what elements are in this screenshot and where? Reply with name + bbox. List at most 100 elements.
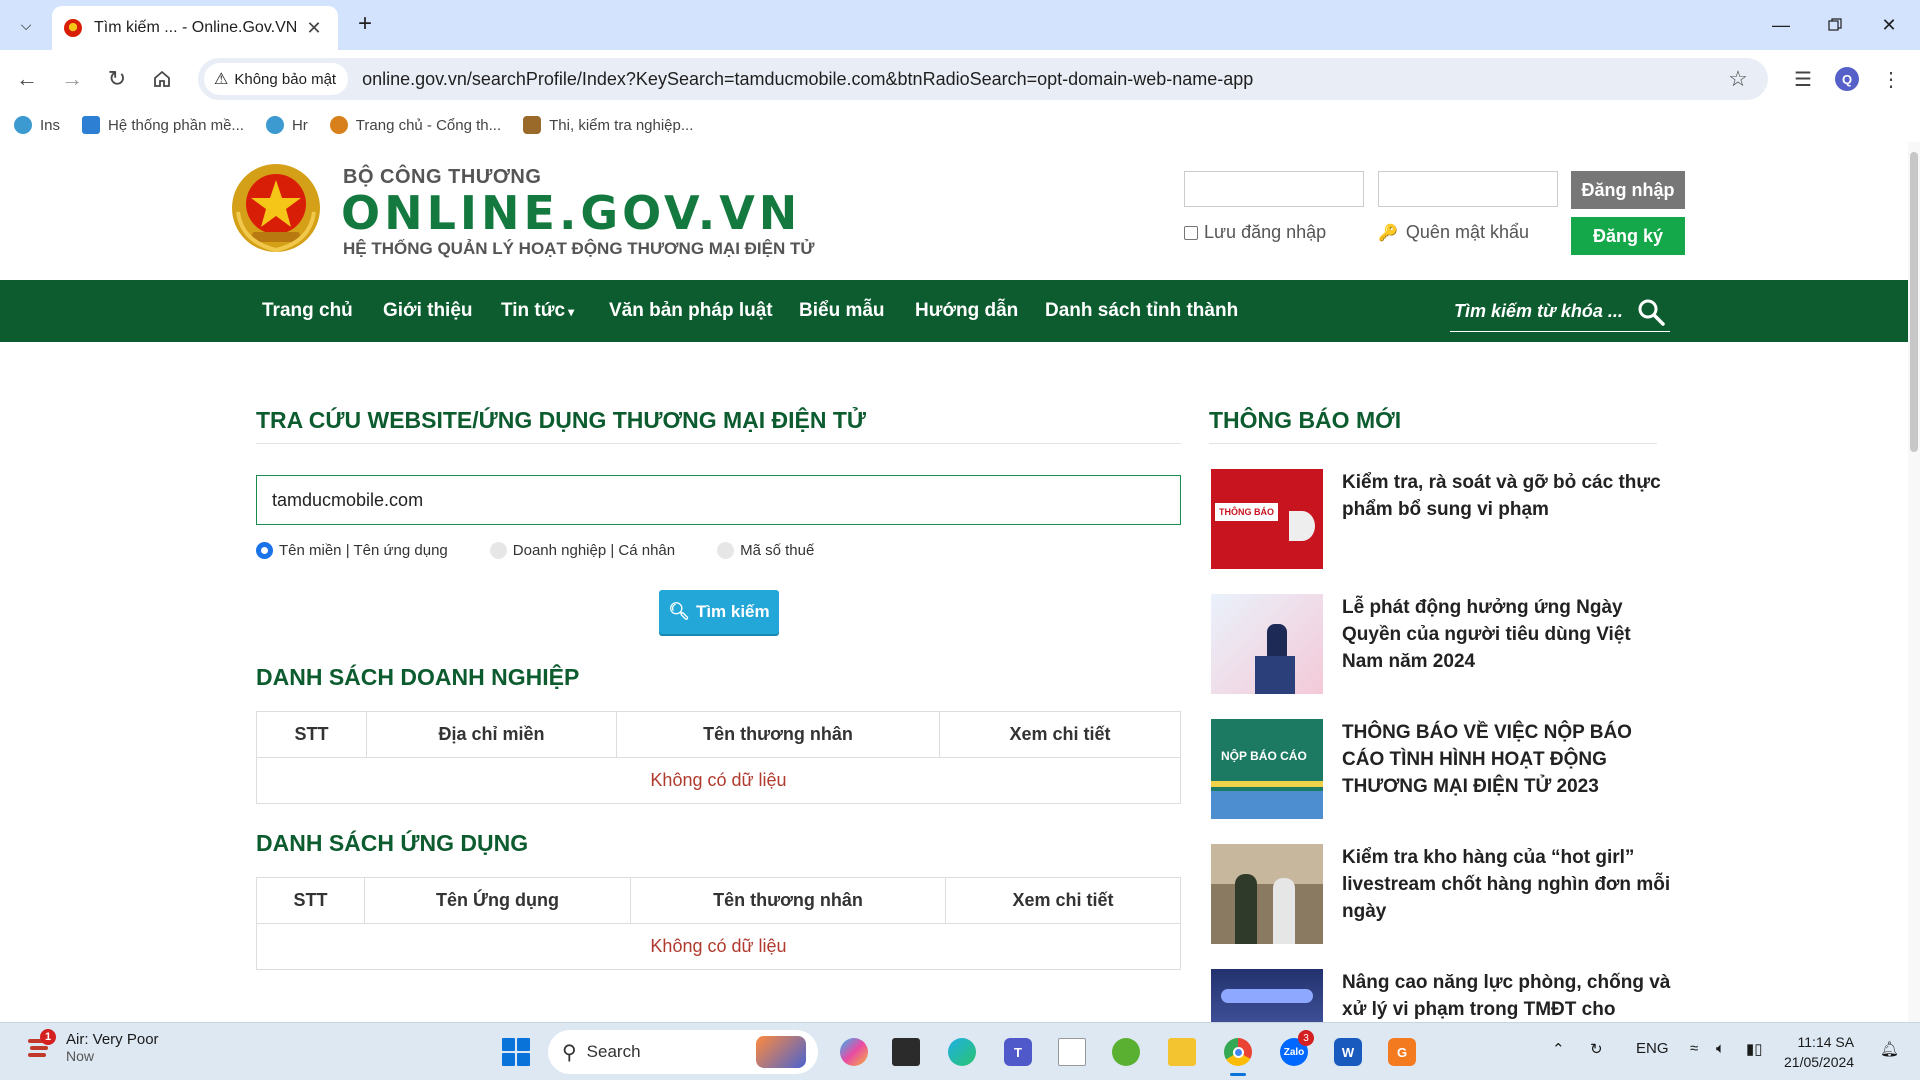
- news-thumbnail[interactable]: NỘP BÁO CÁO: [1211, 719, 1323, 819]
- language-indicator[interactable]: ENG: [1636, 1040, 1669, 1057]
- bookmark-item[interactable]: Ins: [14, 116, 60, 134]
- search-icon[interactable]: [1636, 297, 1666, 327]
- news-item[interactable]: Nâng cao năng lực phòng, chống và xử lý …: [1211, 969, 1671, 1022]
- bookmark-label: Ins: [40, 116, 61, 134]
- news-item[interactable]: THÔNG BÁO Kiểm tra, rà soát và gỡ bỏ các…: [1211, 469, 1671, 573]
- taskbar-app-chrome[interactable]: [1220, 1034, 1256, 1076]
- close-window-button[interactable]: ✕: [1866, 8, 1912, 42]
- remember-login[interactable]: Lưu đăng nhập: [1184, 222, 1326, 243]
- bookmark-item[interactable]: Hệ thống phần mề...: [82, 116, 244, 134]
- password-input[interactable]: [1378, 171, 1558, 207]
- profile-button[interactable]: Q: [1830, 62, 1864, 96]
- column-header: Tên thương nhân: [630, 877, 946, 924]
- news-thumbnail[interactable]: [1211, 969, 1323, 1022]
- news-item[interactable]: Lễ phát động hưởng ứng Ngày Quyền của ng…: [1211, 594, 1671, 698]
- page-viewport: BỘ CÔNG THƯƠNG ONLINE.GOV.VN HỆ THỐNG QU…: [0, 142, 1920, 1022]
- taskbar-app-file[interactable]: [1054, 1034, 1090, 1070]
- reload-button[interactable]: ↻: [100, 62, 134, 96]
- news-item-title[interactable]: Kiểm tra, rà soát và gỡ bỏ các thực phẩm…: [1342, 469, 1672, 523]
- browser-tab[interactable]: Tìm kiếm ... - Online.Gov.VN ✕: [52, 6, 338, 50]
- volume-icon[interactable]: 🔈︎: [1716, 1040, 1725, 1057]
- clock-date: 21/05/2024: [1784, 1054, 1855, 1070]
- radio-business[interactable]: [489, 542, 507, 559]
- news-item-title[interactable]: Nâng cao năng lực phòng, chống và xử lý …: [1342, 969, 1672, 1022]
- site-header: BỘ CÔNG THƯƠNG ONLINE.GOV.VN HỆ THỐNG QU…: [0, 142, 1908, 280]
- taskbar-app-teams[interactable]: T: [1000, 1034, 1036, 1070]
- wifi-icon[interactable]: ≈: [1690, 1040, 1698, 1057]
- register-button[interactable]: Đăng ký: [1571, 217, 1685, 255]
- playlist-icon: ☰: [1794, 68, 1812, 91]
- weather-subtitle: Now: [66, 1048, 95, 1064]
- nav-item-forms[interactable]: Biểu mẫu: [799, 280, 885, 342]
- nav-item-home[interactable]: Trang chủ: [262, 280, 353, 342]
- thumb-label: NỘP BÁO CÁO: [1221, 749, 1307, 763]
- system-clock[interactable]: 11:14 SA 21/05/2024: [1784, 1032, 1854, 1072]
- keyword-search-input[interactable]: tamducmobile.com: [256, 475, 1181, 525]
- taskbar-app-taskview[interactable]: [888, 1034, 924, 1070]
- remember-checkbox[interactable]: [1184, 225, 1198, 240]
- taskbar-app-explorer[interactable]: [1164, 1034, 1200, 1070]
- notification-bell-icon[interactable]: 🔔︎: [1880, 1040, 1899, 1058]
- news-item-title[interactable]: Kiểm tra kho hàng của “hot girl” livestr…: [1342, 844, 1672, 925]
- main-navigation: Trang chủ Giới thiệu Tin tức ▾ Văn bản ph…: [0, 280, 1908, 342]
- home-button[interactable]: [145, 62, 179, 96]
- search-button[interactable]: 🔍︎ Tìm kiếm: [659, 590, 779, 634]
- news-item[interactable]: NỘP BÁO CÁO THÔNG BÁO VỀ VIỆC NỘP BÁO CÁ…: [1211, 719, 1671, 823]
- nav-item-guides[interactable]: Hướng dẫn: [915, 280, 1018, 342]
- tab-search-button[interactable]: ⌵: [10, 9, 42, 41]
- login-button[interactable]: Đăng nhập: [1571, 171, 1685, 209]
- news-item-title[interactable]: THÔNG BÁO VỀ VIỆC NỘP BÁO CÁO TÌNH HÌNH …: [1342, 719, 1672, 800]
- bookmark-item[interactable]: Hr: [265, 116, 308, 134]
- nav-item-about[interactable]: Giới thiệu: [383, 280, 473, 342]
- forward-button[interactable]: →: [55, 62, 89, 96]
- word-icon: W: [1334, 1038, 1362, 1066]
- news-item[interactable]: Kiểm tra kho hàng của “hot girl” livestr…: [1211, 844, 1671, 948]
- new-tab-button[interactable]: +: [350, 10, 380, 40]
- news-thumbnail[interactable]: [1211, 594, 1323, 694]
- taskbar-app-edge[interactable]: [944, 1034, 980, 1070]
- nav-search-box[interactable]: Tìm kiếm từ khóa ...: [1450, 292, 1670, 332]
- nav-item-legal-docs[interactable]: Văn bản pháp luật: [609, 280, 773, 342]
- menu-button[interactable]: ⋮: [1874, 62, 1908, 96]
- radio-label[interactable]: Doanh nghiệp | Cá nhân: [513, 542, 675, 559]
- back-button[interactable]: ←: [10, 62, 44, 96]
- bookmark-item[interactable]: Thi, kiểm tra nghiệp...: [523, 116, 693, 134]
- bookmark-star-icon[interactable]: ☆: [1718, 66, 1758, 92]
- tray-overflow-icon[interactable]: ⌃: [1552, 1040, 1565, 1058]
- restore-button[interactable]: [1812, 8, 1858, 42]
- radio-label[interactable]: Tên miền | Tên ứng dụng: [279, 542, 448, 559]
- minimize-button[interactable]: —: [1758, 8, 1804, 42]
- address-bar[interactable]: ⚠ Không bảo mật online.gov.vn/searchProf…: [198, 58, 1768, 100]
- notification-badge: 3: [1298, 1030, 1314, 1046]
- username-input[interactable]: [1184, 171, 1364, 207]
- radio-label[interactable]: Mã số thuế: [740, 542, 814, 559]
- radio-tax-code[interactable]: [717, 542, 735, 559]
- battery-icon[interactable]: ▮▯: [1746, 1040, 1763, 1058]
- kebab-menu-icon: ⋮: [1881, 68, 1901, 91]
- taskbar-app-copilot[interactable]: [836, 1034, 872, 1070]
- close-tab-icon[interactable]: ✕: [302, 18, 326, 39]
- nav-item-provinces[interactable]: Danh sách tỉnh thành: [1045, 280, 1238, 342]
- taskbar-app-word[interactable]: W: [1330, 1034, 1366, 1070]
- sync-icon[interactable]: ↻: [1590, 1040, 1603, 1058]
- start-button[interactable]: [502, 1038, 530, 1066]
- forgot-password-link[interactable]: 🔑 Quên mật khẩu: [1378, 222, 1529, 243]
- taskbar-app-green[interactable]: [1108, 1034, 1144, 1070]
- nav-item-news[interactable]: Tin tức ▾: [501, 280, 574, 342]
- search-button-label: Tìm kiếm: [695, 602, 770, 621]
- brand-logo-text[interactable]: ONLINE.GOV.VN: [341, 186, 801, 240]
- bookmark-item[interactable]: Trang chủ - Cổng th...: [329, 116, 501, 134]
- news-thumbnail[interactable]: THÔNG BÁO: [1211, 469, 1323, 569]
- security-chip[interactable]: ⚠ Không bảo mật: [204, 63, 349, 95]
- scrollbar-thumb[interactable]: [1910, 152, 1918, 452]
- news-thumbnail[interactable]: [1211, 844, 1323, 944]
- taskbar-app-zalo[interactable]: Zalo 3: [1276, 1030, 1314, 1070]
- taskbar-search[interactable]: ⚲ Search: [548, 1030, 818, 1074]
- news-item-title[interactable]: Lễ phát động hưởng ứng Ngày Quyền của ng…: [1342, 594, 1672, 675]
- url-text[interactable]: online.gov.vn/searchProfile/Index?KeySea…: [362, 69, 1718, 90]
- media-control-button[interactable]: ☰: [1786, 62, 1820, 96]
- column-header: Tên thương nhân: [616, 711, 940, 758]
- weather-widget[interactable]: 1 Air: Very Poor Now: [26, 1028, 159, 1064]
- radio-domain-app[interactable]: [256, 542, 273, 559]
- taskbar-app-orange[interactable]: G: [1384, 1034, 1420, 1070]
